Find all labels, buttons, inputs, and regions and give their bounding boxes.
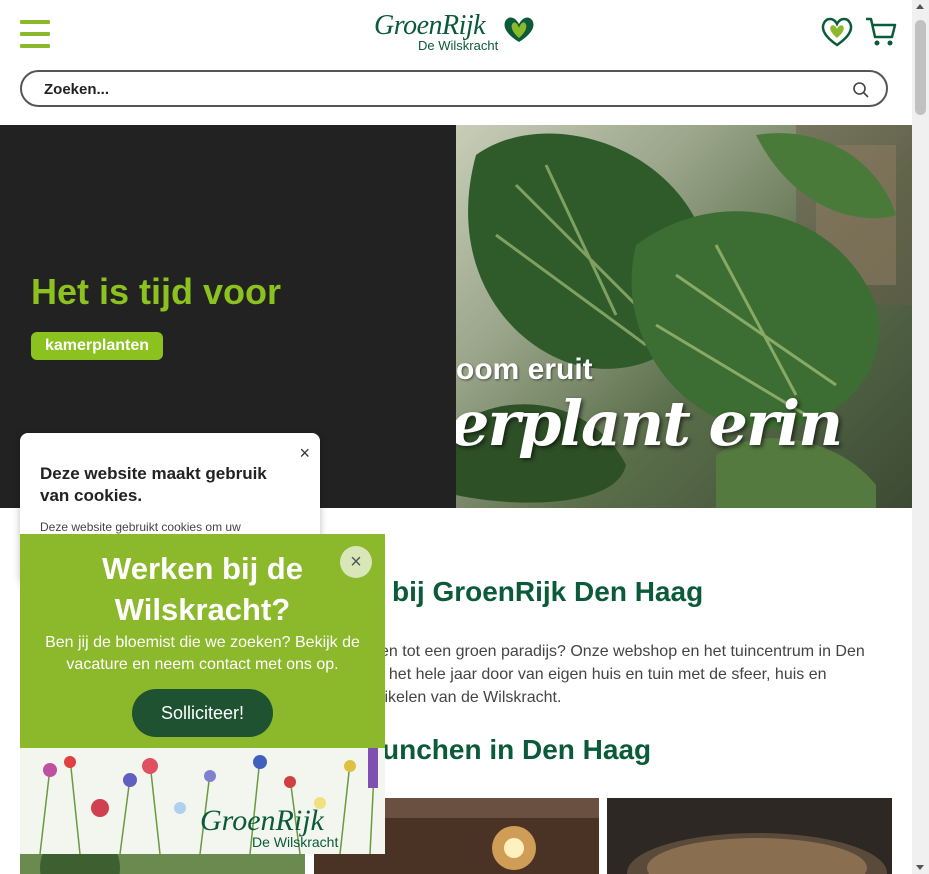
scroll-up-arrow-icon[interactable] — [916, 4, 924, 9]
scrollbar-thumb[interactable] — [915, 20, 926, 115]
welcome-heading: bij GroenRijk Den Haag — [392, 576, 704, 607]
hero-image-caption-line2: erplant erin — [456, 387, 843, 460]
hero-image-caption-line1: oom eruit — [456, 353, 593, 386]
logo-subtitle: De Wilskracht — [418, 38, 499, 53]
page: GroenRijk De Wilskracht Zoeken... Het is — [0, 0, 912, 874]
job-logo-subtitle: De Wilskracht — [252, 834, 339, 850]
search-icon[interactable] — [852, 81, 870, 99]
job-popup-logo: GroenRijk De Wilskracht — [200, 804, 338, 850]
intro-text: en tot een groen paradijs? Onze webshop … — [380, 640, 900, 709]
cookie-title: Deze website maakt gebruik van cookies. — [40, 464, 267, 505]
vertical-scrollbar[interactable] — [912, 0, 929, 874]
logo-emblem-icon — [504, 17, 534, 42]
cookie-close-button[interactable]: × — [299, 443, 310, 464]
card-image-3[interactable] — [607, 798, 892, 874]
wildflower-image: GroenRijk De Wilskracht — [20, 748, 385, 854]
menu-icon[interactable] — [20, 20, 50, 48]
lunch-heading: unchen in Den Haag — [382, 734, 652, 765]
site-logo[interactable]: GroenRijk De Wilskracht — [372, 10, 542, 56]
intro-line-1: en tot een groen paradijs? Onze webshop … — [380, 643, 865, 660]
bread-image — [607, 798, 892, 874]
site-header: GroenRijk De Wilskracht Zoeken... — [0, 0, 912, 125]
wishlist-heart-icon[interactable] — [820, 16, 854, 48]
job-popup-title: Werken bij de Wilskracht? — [102, 551, 303, 627]
hero-title: Het is tijd voor — [31, 271, 282, 312]
cookie-body: Deze website gebruikt cookies om uw — [40, 520, 241, 534]
job-logo-wordmark: GroenRijk — [200, 804, 324, 837]
job-popup: × Werken bij de Wilskracht? Ben jij de b… — [20, 534, 385, 854]
intro-line-2: t het hele jaar door van eigen huis en t… — [380, 666, 827, 683]
shopping-cart-icon[interactable] — [864, 16, 898, 48]
search-bar[interactable]: Zoeken... — [20, 70, 888, 107]
hero-plant-image: oom eruit erplant erin — [456, 125, 912, 508]
intro-line-3: tikelen van de Wilskracht. — [380, 689, 562, 706]
search-input[interactable]: Zoeken... — [44, 81, 109, 98]
apply-button[interactable]: Solliciteer! — [132, 689, 273, 737]
scroll-down-arrow-icon[interactable] — [916, 865, 924, 870]
hero-category-tag[interactable]: kamerplanten — [31, 332, 164, 360]
job-popup-description: Ben jij de bloemist die we zoeken? Bekij… — [45, 634, 360, 673]
